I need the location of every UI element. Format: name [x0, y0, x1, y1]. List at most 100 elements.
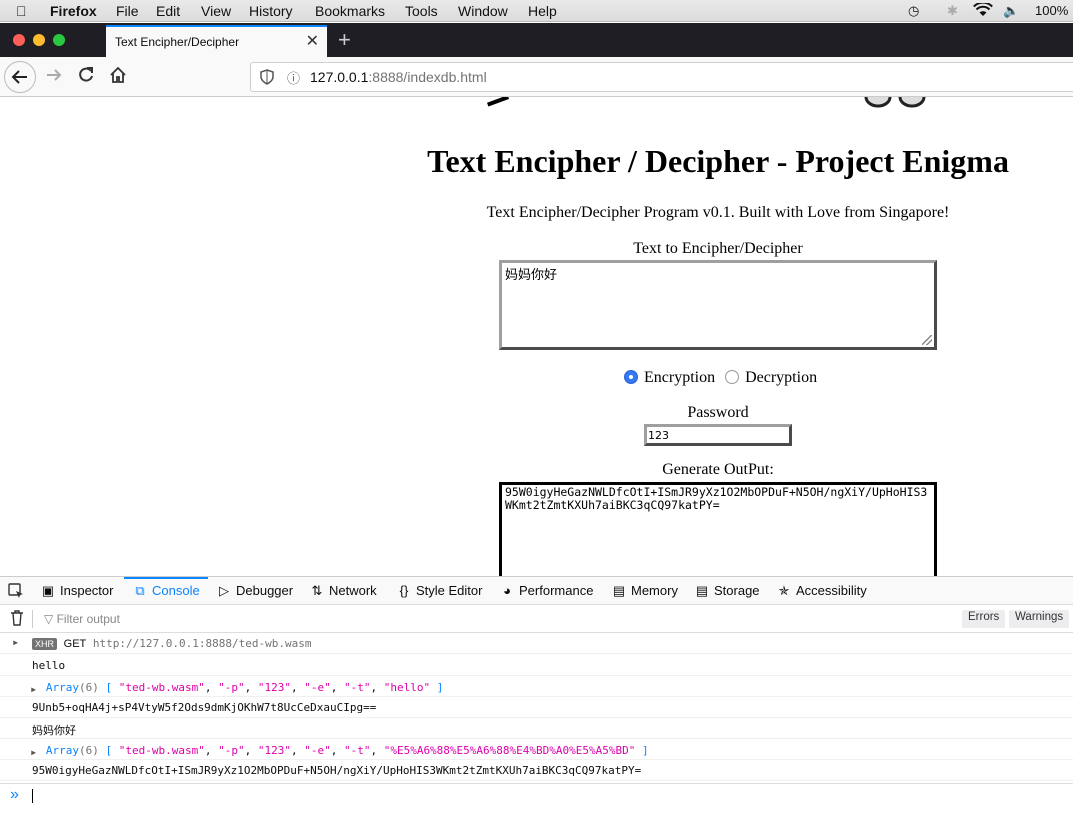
- console-toolbar: ▽ Filter output Errors Warnings: [0, 605, 1073, 633]
- text-input-area[interactable]: 妈妈你好: [499, 260, 937, 350]
- menu-help[interactable]: Help: [528, 3, 557, 19]
- menu-bookmarks[interactable]: Bookmarks: [315, 3, 385, 19]
- console-log-text: 9Unb5+oqHA4j+sP4VtyW5f2Ods9dmKjOKhW7t8Uc…: [32, 701, 377, 714]
- mac-menubar:  Firefox File Edit View History Bookmar…: [0, 0, 1073, 22]
- close-tab-icon[interactable]: ✕: [306, 31, 319, 51]
- minimize-window-button[interactable]: [33, 34, 45, 46]
- battery-label[interactable]: 100%: [1035, 3, 1068, 18]
- shield-icon[interactable]: [260, 69, 274, 88]
- devtools-tabbar: ▣ Inspector ⧉ Console ▷ Debugger ⇅ Network {…: [0, 576, 1073, 605]
- storage-icon: ▤: [695, 583, 709, 598]
- decryption-label[interactable]: Decryption: [745, 369, 817, 386]
- encryption-option[interactable]: Encryption: [624, 369, 715, 386]
- expand-arrow-icon[interactable]: ▸: [30, 682, 37, 696]
- console-log-text: 95W0igyHeGazNWLDfcOtI+ISmJR9yXz1O2MbOPDu…: [32, 764, 642, 777]
- encryption-radio[interactable]: [624, 370, 638, 384]
- password-input[interactable]: 123: [644, 424, 792, 446]
- filter-input[interactable]: ▽ Filter output: [44, 612, 120, 626]
- back-arrow-icon: [11, 70, 27, 84]
- site-info-icon[interactable]: ⓘ: [287, 68, 300, 87]
- console-input[interactable]: »: [0, 783, 1073, 807]
- menu-file[interactable]: File: [116, 3, 139, 19]
- array-label: Array: [45, 681, 79, 694]
- tab-console[interactable]: ⧉ Console: [132, 583, 199, 599]
- array-count: (6): [78, 681, 99, 694]
- menu-edit[interactable]: Edit: [156, 3, 180, 19]
- errors-filter-button[interactable]: Errors: [962, 610, 1006, 628]
- tab-accessibility[interactable]: ✯ Accessibility: [776, 583, 867, 599]
- mode-radio-group: Encryption Decryption: [624, 369, 817, 387]
- home-button[interactable]: [108, 65, 128, 91]
- menu-tools[interactable]: Tools: [405, 3, 438, 19]
- back-button[interactable]: [4, 61, 36, 93]
- volume-icon[interactable]: 🔈: [1003, 3, 1019, 19]
- encryption-label[interactable]: Encryption: [644, 369, 715, 386]
- array-item: "ted-wb.wasm": [118, 744, 205, 757]
- decryption-option[interactable]: Decryption: [725, 369, 817, 386]
- xhr-badge: XHR: [32, 638, 58, 650]
- password-label: Password: [687, 404, 749, 421]
- array-item: "hello": [383, 681, 431, 694]
- console-log-text: hello: [32, 659, 66, 672]
- apple-icon[interactable]: : [16, 3, 27, 19]
- tab-style-editor[interactable]: {} Style Editor: [396, 583, 483, 598]
- tab-active[interactable]: Text Encipher/Decipher ✕: [106, 25, 327, 57]
- filter-icon: ▽: [44, 612, 54, 626]
- selected-tab-indicator: [124, 577, 208, 579]
- forward-arrow-icon: [47, 69, 62, 81]
- resize-grip-icon[interactable]: [922, 335, 932, 345]
- menu-window[interactable]: Window: [458, 3, 508, 19]
- text-input-label: Text to Encipher/Decipher: [633, 240, 803, 257]
- expand-arrow-icon[interactable]: ▸: [12, 635, 19, 649]
- close-window-button[interactable]: [13, 34, 25, 46]
- url-text[interactable]: 127.0.0.1:8888/indexdb.html: [310, 69, 487, 85]
- new-tab-icon[interactable]: +: [338, 27, 351, 53]
- tab-strip: Text Encipher/Decipher ✕ +: [0, 23, 1073, 57]
- tab-style-editor-label: Style Editor: [416, 583, 483, 598]
- tab-accessibility-label: Accessibility: [796, 583, 867, 598]
- menu-history[interactable]: History: [249, 3, 293, 19]
- element-picker-icon[interactable]: [8, 583, 24, 602]
- tab-memory-label: Memory: [631, 583, 678, 598]
- tab-storage[interactable]: ▤ Storage: [694, 583, 760, 599]
- time-machine-icon[interactable]: ◷: [908, 3, 919, 19]
- xhr-url[interactable]: http://127.0.0.1:8888/ted-wb.wasm: [93, 637, 312, 650]
- tab-network[interactable]: ⇅ Network: [309, 583, 377, 599]
- tab-debugger[interactable]: ▷ Debugger: [216, 583, 293, 599]
- style-editor-icon: {}: [399, 583, 409, 598]
- trash-icon[interactable]: [10, 610, 24, 629]
- tab-performance[interactable]: ◕ Performance: [499, 583, 593, 598]
- array-item: "-t": [343, 744, 371, 757]
- array-item: "-e": [304, 744, 331, 757]
- tab-memory[interactable]: ▤ Memory: [611, 583, 678, 599]
- expand-arrow-icon[interactable]: ▸: [30, 745, 37, 759]
- network-icon: ⇅: [311, 583, 323, 598]
- menu-app-firefox[interactable]: Firefox: [50, 3, 97, 19]
- glasses-logo-icon: [864, 97, 926, 108]
- console-row-array[interactable]: ▸ Array(6) [ "ted-wb.wasm", "-p", "123",…: [0, 739, 1073, 760]
- wifi-icon[interactable]: [973, 1, 993, 20]
- forward-button[interactable]: [44, 65, 64, 91]
- console-row-array[interactable]: ▸ Array(6) [ "ted-wb.wasm", "-p", "123",…: [0, 676, 1073, 697]
- tab-title: Text Encipher/Decipher: [115, 35, 240, 49]
- array-item: "-p": [218, 744, 245, 757]
- console-row: hello: [0, 655, 1073, 676]
- tab-performance-label: Performance: [519, 583, 594, 598]
- address-bar[interactable]: ⓘ 127.0.0.1:8888/indexdb.html: [250, 62, 1073, 92]
- decryption-radio[interactable]: [725, 370, 740, 384]
- output-textarea[interactable]: 95W0igyHeGazNWLDfcOtI+ISmJR9yXz1O2MbOPDu…: [499, 482, 937, 576]
- warnings-filter-button[interactable]: Warnings: [1009, 610, 1070, 628]
- array-item: "-e": [304, 681, 331, 694]
- zoom-window-button[interactable]: [53, 34, 65, 46]
- page-title: Text Encipher / Decipher - Project Enigm…: [427, 143, 1009, 179]
- home-icon: [110, 66, 126, 83]
- console-row-xhr[interactable]: ▸ XHR GET http://127.0.0.1:8888/ted-wb.w…: [0, 633, 1073, 654]
- menu-view[interactable]: View: [201, 3, 231, 19]
- array-item: "-p": [218, 681, 245, 694]
- bluetooth-icon[interactable]: ✱: [947, 3, 958, 19]
- tab-inspector[interactable]: ▣ Inspector: [40, 583, 114, 599]
- array-item: "-t": [343, 681, 371, 694]
- array-item: "123": [257, 681, 291, 694]
- reload-button[interactable]: [76, 65, 96, 91]
- url-path: :8888/indexdb.html: [368, 69, 487, 85]
